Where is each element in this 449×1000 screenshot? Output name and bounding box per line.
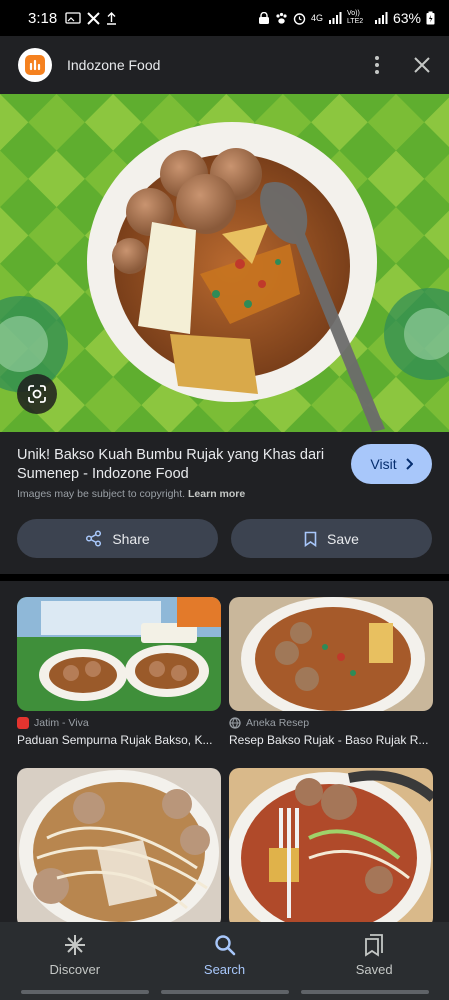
search-icon (214, 935, 235, 956)
status-notification-icons (65, 11, 117, 25)
related-thumbnail[interactable] (17, 597, 221, 711)
related-thumbnail[interactable] (229, 597, 433, 711)
nav-search[interactable]: Search (150, 922, 300, 1000)
x-notification-icon (87, 11, 100, 25)
save-button[interactable]: Save (231, 519, 432, 558)
save-label: Save (327, 530, 359, 547)
visit-button[interactable]: Visit (351, 444, 432, 484)
status-bar: 3:18 4G Vo)) LTE2 63% (0, 0, 449, 36)
learn-more-link[interactable]: Learn more (188, 488, 245, 500)
signal-icon (328, 12, 342, 24)
nav-discover[interactable]: Discover (0, 922, 150, 1000)
nav-search-label: Search (203, 962, 246, 977)
indozone-logo-icon (25, 55, 45, 75)
status-time: 3:18 (28, 9, 58, 27)
alarm-icon (293, 12, 306, 25)
globe-icon (229, 717, 241, 729)
saved-collections-icon (365, 934, 384, 957)
related-title[interactable]: Resep Bakso Rujak - Baso Rujak R... (229, 733, 433, 747)
close-icon[interactable] (413, 56, 431, 74)
more-options-icon[interactable] (369, 56, 385, 74)
related-thumbnail[interactable] (17, 768, 221, 928)
nav-saved[interactable]: Saved (299, 922, 449, 1000)
gesture-handle (21, 990, 149, 994)
copyright-notice: Images may be subject to copyright. Lear… (17, 488, 246, 500)
related-card[interactable] (17, 768, 221, 928)
viva-favicon-icon (17, 717, 29, 729)
visit-label: Visit (370, 456, 397, 472)
upload-notification-icon (107, 11, 117, 25)
related-thumbnail[interactable] (229, 768, 433, 928)
related-source: Jatim - Viva (17, 717, 221, 729)
related-images-grid: Jatim - Viva Paduan Sempurna Rujak Bakso… (0, 581, 449, 928)
related-card[interactable] (229, 768, 433, 928)
gallery-notification-icon (65, 12, 81, 24)
alarm-lock-icon (258, 11, 269, 24)
share-label: Share (112, 530, 150, 547)
related-card[interactable]: Aneka Resep Resep Bakso Rujak - Baso Ruj… (229, 597, 433, 747)
related-title[interactable]: Paduan Sempurna Rujak Bakso, K... (17, 733, 221, 747)
paw-icon (276, 12, 287, 24)
nav-saved-label: Saved (355, 962, 393, 977)
share-icon (86, 530, 102, 547)
related-source: Aneka Resep (229, 717, 433, 729)
source-header: Indozone Food (0, 36, 449, 94)
source-name[interactable]: Indozone Food (67, 57, 160, 73)
nav-discover-label: Discover (49, 962, 101, 977)
image-result-page: 3:18 4G Vo)) LTE2 63% Indozone Food Unik… (0, 0, 449, 1000)
chevron-right-icon (405, 458, 413, 470)
related-card[interactable]: Jatim - Viva Paduan Sempurna Rujak Bakso… (17, 597, 221, 747)
result-image[interactable] (0, 94, 449, 432)
battery-charging-icon (426, 11, 435, 25)
bookmark-icon (304, 531, 317, 547)
result-details: Unik! Bakso Kuah Bumbu Rujak yang Khas d… (0, 432, 449, 574)
section-divider (0, 574, 449, 581)
lens-icon (28, 385, 46, 403)
bottom-navigation: Discover Search Saved (0, 922, 449, 1000)
signal-2-icon (374, 12, 388, 24)
discover-icon (64, 935, 85, 955)
volte-label: Vo)) LTE2 (346, 10, 364, 25)
battery-percent: 63% (392, 10, 421, 26)
share-button[interactable]: Share (17, 519, 218, 558)
lens-search-button[interactable] (17, 374, 57, 414)
source-logo[interactable] (18, 48, 52, 82)
result-title[interactable]: Unik! Bakso Kuah Bumbu Rujak yang Khas d… (17, 446, 337, 484)
gesture-handle (301, 990, 429, 994)
network-type-label: 4G (310, 13, 323, 23)
gesture-handle (161, 990, 289, 994)
status-system-icons: 4G Vo)) LTE2 63% (258, 10, 435, 26)
